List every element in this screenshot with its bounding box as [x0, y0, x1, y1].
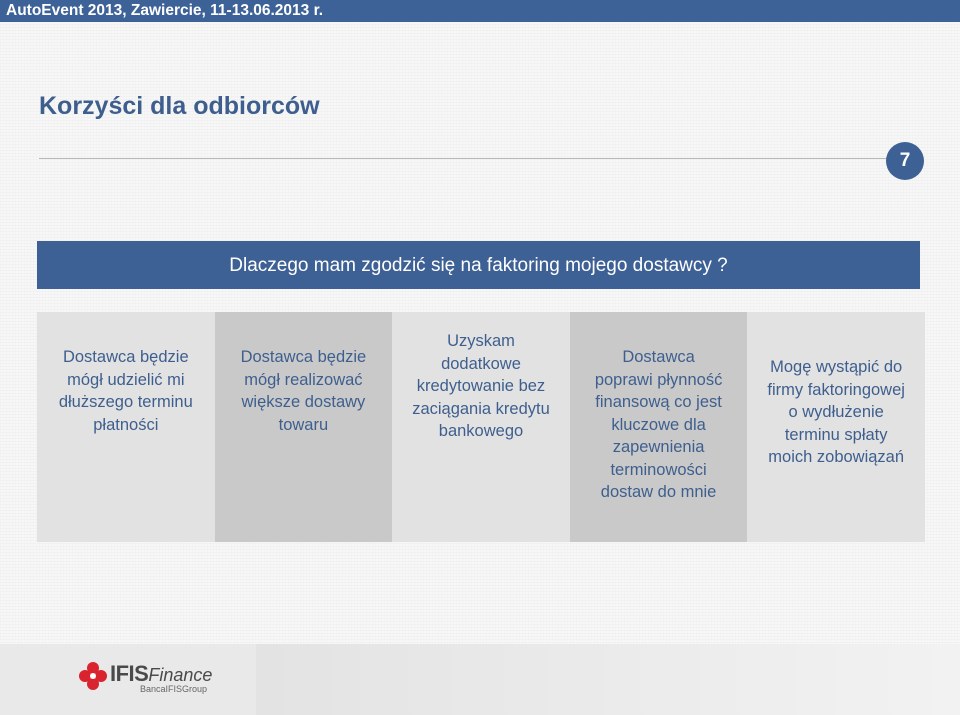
benefit-line: mógł udzielić mi: [67, 370, 185, 389]
benefit-line: zaciągania kredytu: [412, 399, 550, 418]
slide-title: Korzyści dla odbiorców: [39, 92, 320, 120]
benefit-line: mógł realizować: [244, 370, 363, 389]
benefit-line: dodatkowe: [441, 354, 521, 373]
benefit-line: finansową co jest: [595, 393, 722, 411]
benefit-column-4: Dostawca poprawi płynność finansową co j…: [569, 312, 748, 542]
benefit-line: dostaw do mnie: [600, 483, 717, 501]
question-banner: Dlaczego mam zgodzić się na faktoring mo…: [37, 241, 920, 289]
logo-tagline: BancaIFISGroup: [140, 684, 208, 694]
page-number-badge: 7: [886, 142, 924, 180]
benefit-column-2: Dostawca będzie mógł realizować większe …: [214, 312, 393, 542]
ifis-flower-logo-icon: [79, 662, 107, 690]
benefits-row: Dostawca będzie mógł udzielić mi dłuższe…: [37, 312, 925, 542]
benefit-line: o wydłużenie: [788, 403, 884, 421]
benefit-column-3: Uzyskam dodatkowe kredytowanie bez zacią…: [392, 312, 570, 542]
logo-brand-rest: Finance: [148, 665, 213, 685]
benefit-line: terminu spłaty: [784, 425, 888, 444]
logo-brand-bold: IFIS: [110, 661, 149, 686]
event-header-bar: AutoEvent 2013, Zawiercie, 11-13.06.2013…: [0, 0, 960, 22]
benefit-line: większe dostawy: [241, 393, 366, 411]
benefit-line: poprawi płynność: [594, 370, 723, 389]
event-header-text: AutoEvent 2013, Zawiercie, 11-13.06.2013…: [6, 2, 324, 19]
benefit-line: firmy faktoringowej: [767, 380, 905, 399]
benefit-line: moich zobowiązań: [768, 448, 905, 466]
benefit-line: terminowości: [610, 460, 707, 479]
benefit-line: Uzyskam: [447, 332, 515, 350]
benefit-line: Dostawca będzie: [62, 348, 189, 366]
question-text: Dlaczego mam zgodzić się na faktoring mo…: [229, 255, 728, 276]
benefit-column-5: Mogę wystąpić do firmy faktoringowej o w…: [747, 312, 925, 542]
benefit-line: Mogę wystąpić do: [770, 358, 903, 376]
benefit-line: płatności: [93, 415, 159, 434]
benefit-line: bankowego: [438, 422, 524, 440]
benefit-line: kluczowe dla: [611, 415, 706, 434]
benefit-line: Dostawca: [622, 348, 695, 366]
title-divider: [39, 158, 889, 159]
benefit-line: kredytowanie bez: [416, 377, 546, 395]
benefit-line: towaru: [278, 415, 329, 434]
benefit-line: Dostawca będzie: [240, 348, 367, 366]
benefit-line: dłuższego terminu: [58, 393, 193, 411]
benefit-column-1: Dostawca będzie mógł udzielić mi dłuższe…: [37, 312, 215, 542]
benefit-line: zapewnienia: [612, 438, 705, 456]
